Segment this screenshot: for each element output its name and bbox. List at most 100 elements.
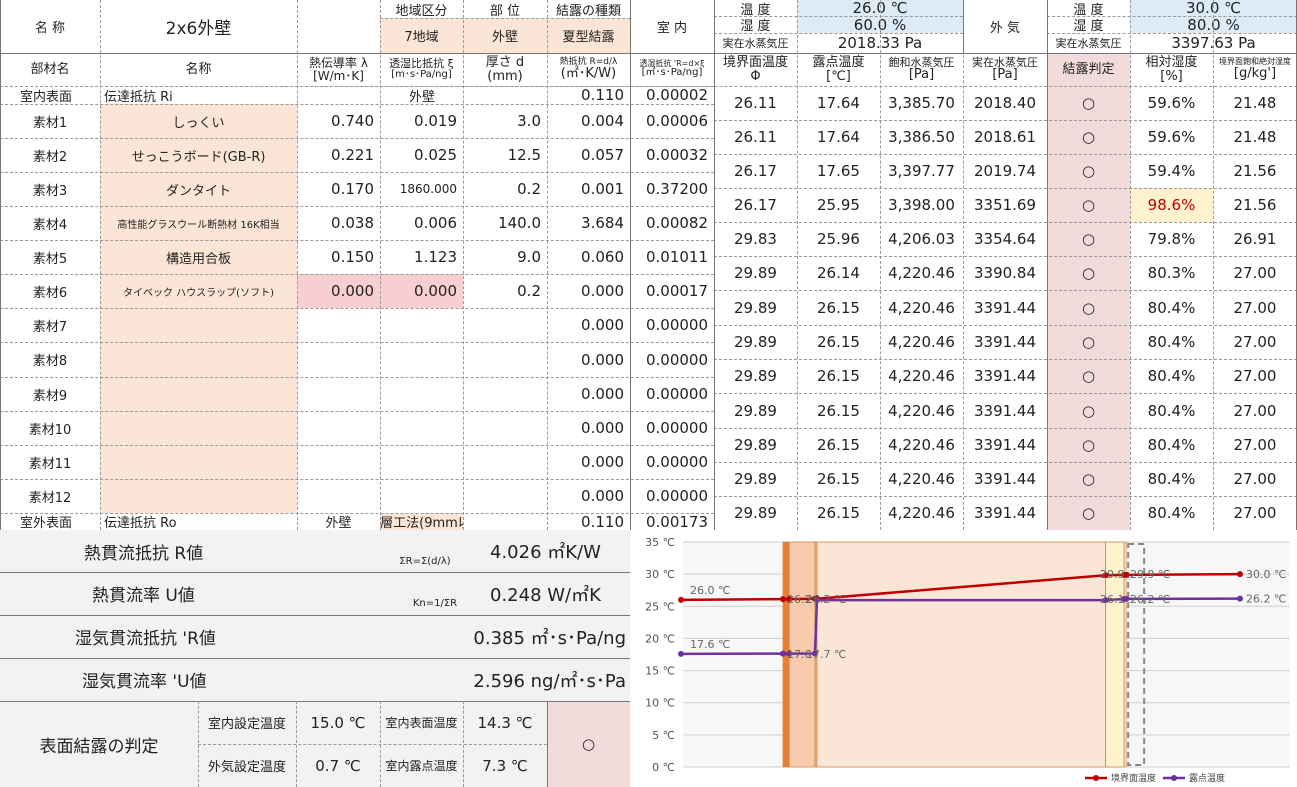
name-label: 名 称	[34, 21, 66, 36]
row-judge-value: ○	[1047, 359, 1130, 393]
row-lambda-value[interactable]	[297, 445, 380, 479]
row-thickness-value[interactable]	[463, 445, 547, 479]
row-lambda-value[interactable]: 0.170	[297, 172, 380, 206]
row-xi-value[interactable]: 1860.000	[380, 172, 463, 206]
row-phi-value: 29.89	[734, 504, 777, 522]
row-lambda-value[interactable]	[297, 342, 380, 377]
row-xi-value[interactable]: 0.006	[380, 206, 463, 240]
row-thickness-value[interactable]	[463, 342, 547, 377]
row-xi-value[interactable]	[380, 342, 463, 377]
row-moisture-r-value: 0.00032	[645, 146, 708, 164]
grid-line-v	[297, 0, 298, 530]
row-thickness-value[interactable]	[463, 411, 547, 445]
row-lambda-value[interactable]: 0.000	[297, 274, 380, 308]
row-thickness-value[interactable]	[463, 308, 547, 342]
grid-line-h	[714, 462, 1297, 463]
row-act-vp-value: 3391.44	[973, 470, 1037, 488]
row-xi-value[interactable]	[380, 308, 463, 342]
row-xi-value[interactable]: 0.025	[380, 138, 463, 172]
row-thermal-r-value: 0.000	[581, 316, 624, 334]
out-set-value: 0.7 ℃	[296, 744, 380, 787]
row-xi-value[interactable]	[380, 445, 463, 479]
row-material-name[interactable]	[100, 445, 297, 479]
grid-line-h	[714, 290, 1297, 291]
series-point	[780, 650, 786, 657]
row-thermal-r-value: 3.684	[581, 214, 624, 232]
row-material-name[interactable]	[100, 377, 297, 411]
row-thickness-value[interactable]: 12.5	[463, 138, 547, 172]
row-rh-value: 59.6%	[1147, 128, 1196, 146]
row-thickness-value[interactable]: 0.2	[463, 274, 547, 308]
grid-line-v	[380, 0, 381, 530]
grid-line-h	[0, 572, 630, 573]
end-label: 26.2 ℃	[1246, 593, 1286, 606]
row-xi-value[interactable]	[380, 377, 463, 411]
name-value[interactable]: 2x6外壁	[100, 0, 297, 53]
row-material-name[interactable]: 高性能グラスウール断熱材 16K相当	[100, 206, 297, 240]
row-lambda-value[interactable]	[297, 377, 380, 411]
header-thermal-r-line2: (㎡･K/W)	[560, 66, 617, 82]
header-name-line1: 名称	[185, 61, 212, 77]
header-ah-line2: [g/kg']	[1233, 65, 1277, 81]
row-ah-value: 21.48	[1233, 94, 1277, 112]
row-xi-value[interactable]: 0.019	[380, 104, 463, 138]
row-material-name[interactable]: しっくい	[100, 104, 297, 138]
row-xi-value[interactable]	[380, 479, 463, 513]
row-material-name[interactable]	[100, 342, 297, 377]
row-act-vp-value: 3354.64	[973, 230, 1037, 248]
row-sat-vp-value: 4,220.46	[888, 436, 955, 454]
grid-line-h	[0, 274, 714, 275]
row-lambda-value[interactable]	[297, 411, 380, 445]
row-lambda-value[interactable]	[297, 308, 380, 342]
row-dew-value: 26.15	[817, 504, 860, 522]
row-xi-value[interactable]: 1.123	[380, 240, 463, 274]
grid-line-h	[714, 33, 963, 34]
summary-u-value: 0.248 W/㎡K	[490, 584, 601, 606]
row-material-name[interactable]: せっこうボード(GB-R)	[100, 138, 297, 172]
region-value[interactable]: 7地域	[380, 18, 463, 53]
row-lambda-value[interactable]: 0.150	[297, 240, 380, 274]
row-moisture-r-value: 0.01011	[645, 248, 708, 266]
header-thickness: 厚さ d (mm)	[463, 53, 547, 86]
row-thickness-value[interactable]: 3.0	[463, 104, 547, 138]
row-thickness-value[interactable]: 9.0	[463, 240, 547, 274]
indoor-temp-label: 温 度	[740, 2, 771, 17]
row-material-name[interactable]: 構造用合板	[100, 240, 297, 274]
row-xi-value[interactable]: 0.000	[380, 274, 463, 308]
row-moisture-r-value: 0.37200	[645, 180, 708, 198]
row-material-name[interactable]	[100, 479, 297, 513]
row-thickness-value[interactable]	[463, 377, 547, 411]
row-material-name[interactable]	[100, 308, 297, 342]
row-lambda-value[interactable]: 0.038	[297, 206, 380, 240]
row-sat-vp-value: 4,220.46	[888, 298, 955, 317]
row-sat-vp-value: 4,220.46	[888, 264, 955, 282]
row-material-name[interactable]: ダンタイト	[100, 172, 297, 206]
part-value[interactable]: 外壁	[463, 18, 547, 53]
row-material-name[interactable]: タイベック ハウスラップ(ソフト)	[100, 274, 297, 308]
outdoor-temp-label: 温 度	[1073, 2, 1104, 17]
row-rh-value: 98.6%	[1130, 188, 1213, 222]
summary-rp-value: 0.385 ㎡･s･Pa/ng	[473, 627, 626, 649]
row-thickness-value[interactable]: 140.0	[463, 206, 547, 240]
row-thermal-r-value: 0.000	[581, 350, 624, 369]
row-lambda-value[interactable]: 0.740	[297, 104, 380, 138]
row-rh-value: 59.4%	[1147, 162, 1196, 180]
row-lambda-value[interactable]: 0.221	[297, 138, 380, 172]
row-material-name[interactable]	[100, 411, 297, 445]
row-thickness-value[interactable]: 0.2	[463, 172, 547, 206]
grid-line-h	[0, 138, 714, 139]
row-sat-vp-value: 4,220.46	[888, 504, 955, 522]
grid-line-h	[0, 104, 714, 105]
row-rh-value: 79.8%	[1147, 230, 1196, 248]
header-lambda: 熱伝導率 λ [W/m･K]	[297, 53, 380, 86]
row-thickness-value[interactable]	[463, 479, 547, 513]
row-material-name: 伝達抵抗 Ro	[104, 516, 177, 530]
cond-type-value[interactable]: 夏型結露	[547, 18, 630, 53]
row-thermal-r-value: 0.000	[581, 282, 624, 300]
row-rh-value: 59.6%	[1147, 94, 1196, 112]
row-xi-value: 外壁	[408, 89, 435, 105]
row-dew-value: 17.64	[817, 128, 860, 146]
row-ah-value: 27.00	[1233, 470, 1277, 488]
row-xi-value[interactable]	[380, 411, 463, 445]
row-lambda-value[interactable]	[297, 479, 380, 513]
